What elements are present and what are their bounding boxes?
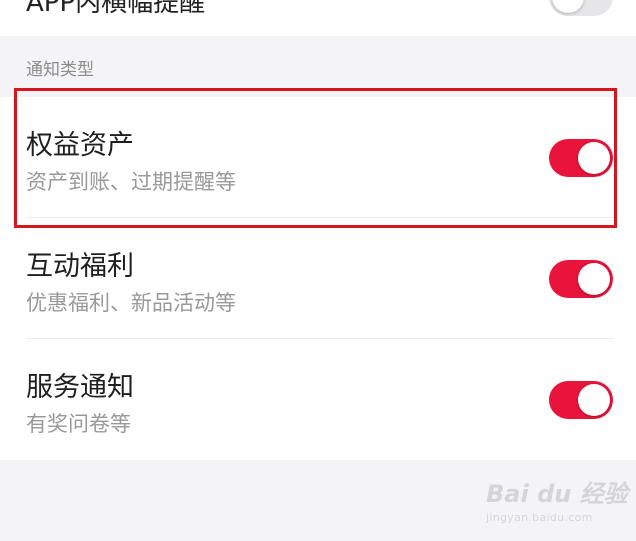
- toggle-knob: [578, 263, 610, 295]
- watermark: Bai du 经验 jingyan.baidu.com: [486, 474, 628, 524]
- watermark-logo: Bai du 经验: [486, 480, 628, 508]
- banner-reminder-label: APP内横幅提醒: [26, 0, 206, 18]
- toggle-knob: [578, 142, 610, 174]
- row-subtitle: 优惠福利、新品活动等: [26, 291, 236, 315]
- toggle-knob: [552, 0, 584, 13]
- notification-row-service: 服务通知 有奖问卷等: [0, 339, 636, 460]
- interactive-benefits-toggle[interactable]: [549, 260, 613, 298]
- notification-type-list: 权益资产 资产到账、过期提醒等 互动福利 优惠福利、新品活动等 服务通知 有奖问…: [0, 97, 636, 460]
- banner-reminder-row: APP内横幅提醒: [0, 0, 636, 36]
- row-title: 互动福利: [26, 251, 134, 282]
- banner-reminder-toggle[interactable]: [549, 0, 613, 16]
- section-header: 通知类型: [26, 60, 94, 80]
- notification-row-interactive-benefits: 互动福利 优惠福利、新品活动等: [0, 218, 636, 339]
- row-title: 权益资产: [26, 130, 134, 161]
- equity-assets-toggle[interactable]: [549, 139, 613, 177]
- row-title: 服务通知: [26, 372, 134, 403]
- notification-row-equity-assets: 权益资产 资产到账、过期提醒等: [0, 97, 636, 218]
- toggle-knob: [578, 384, 610, 416]
- watermark-url: jingyan.baidu.com: [486, 511, 593, 524]
- service-notification-toggle[interactable]: [549, 381, 613, 419]
- row-subtitle: 资产到账、过期提醒等: [26, 170, 236, 194]
- row-subtitle: 有奖问卷等: [26, 412, 131, 436]
